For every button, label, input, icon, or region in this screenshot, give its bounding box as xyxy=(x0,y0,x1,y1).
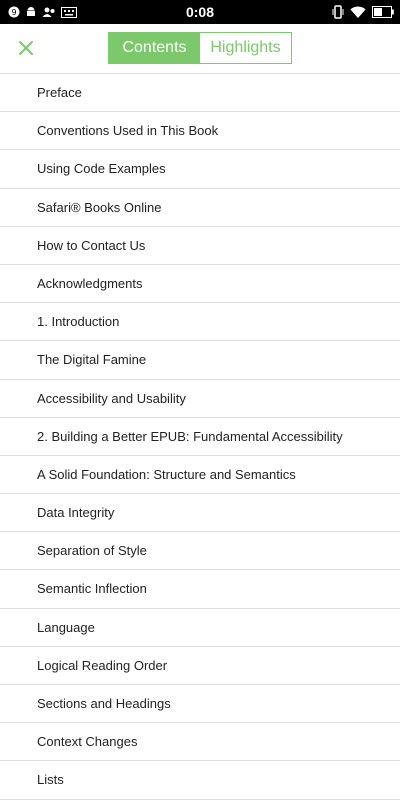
toc-item-digital-famine[interactable]: The Digital Famine xyxy=(0,341,400,380)
toc-item-code-examples[interactable]: Using Code Examples xyxy=(0,150,400,189)
tab-highlights[interactable]: Highlights xyxy=(200,33,291,63)
close-icon xyxy=(18,40,34,56)
toc-item-separation-of-style[interactable]: Separation of Style xyxy=(0,532,400,571)
toc-item-language[interactable]: Language xyxy=(0,609,400,647)
battery-icon xyxy=(372,6,394,18)
toc-item-sections-headings[interactable]: Sections and Headings xyxy=(0,685,400,724)
wifi-icon xyxy=(350,6,366,19)
toc-item-safari-books[interactable]: Safari® Books Online xyxy=(0,189,400,227)
close-button[interactable] xyxy=(14,36,38,60)
toc-item-contact[interactable]: How to Contact Us xyxy=(0,227,400,265)
toc-item-logical-reading-order[interactable]: Logical Reading Order xyxy=(0,647,400,685)
toc-item-accessibility-usability[interactable]: Accessibility and Usability xyxy=(0,380,400,418)
toc-item-solid-foundation[interactable]: A Solid Foundation: Structure and Semant… xyxy=(0,456,400,495)
view-switcher: Contents Highlights xyxy=(108,32,292,64)
top-bar: Contents Highlights xyxy=(0,24,400,74)
vibrate-icon xyxy=(332,5,344,19)
toc-item-lists[interactable]: Lists xyxy=(0,761,400,800)
toc-item-introduction[interactable]: 1. Introduction xyxy=(0,303,400,342)
toc-item-data-integrity[interactable]: Data Integrity xyxy=(0,494,400,533)
toc-item-acknowledgments[interactable]: Acknowledgments xyxy=(0,265,400,304)
status-bar: 9 0:08 xyxy=(0,0,400,24)
toc-item-semantic-inflection[interactable]: Semantic Inflection xyxy=(0,570,400,609)
toc-item-building-better-epub[interactable]: 2. Building a Better EPUB: Fundamental A… xyxy=(0,418,400,456)
toc-item-preface[interactable]: Preface xyxy=(0,74,400,113)
table-of-contents: Preface Conventions Used in This Book Us… xyxy=(0,74,400,800)
toc-item-conventions[interactable]: Conventions Used in This Book xyxy=(0,112,400,151)
tab-contents[interactable]: Contents xyxy=(109,33,200,63)
toc-item-context-changes[interactable]: Context Changes xyxy=(0,723,400,762)
status-right-icons xyxy=(332,0,394,24)
